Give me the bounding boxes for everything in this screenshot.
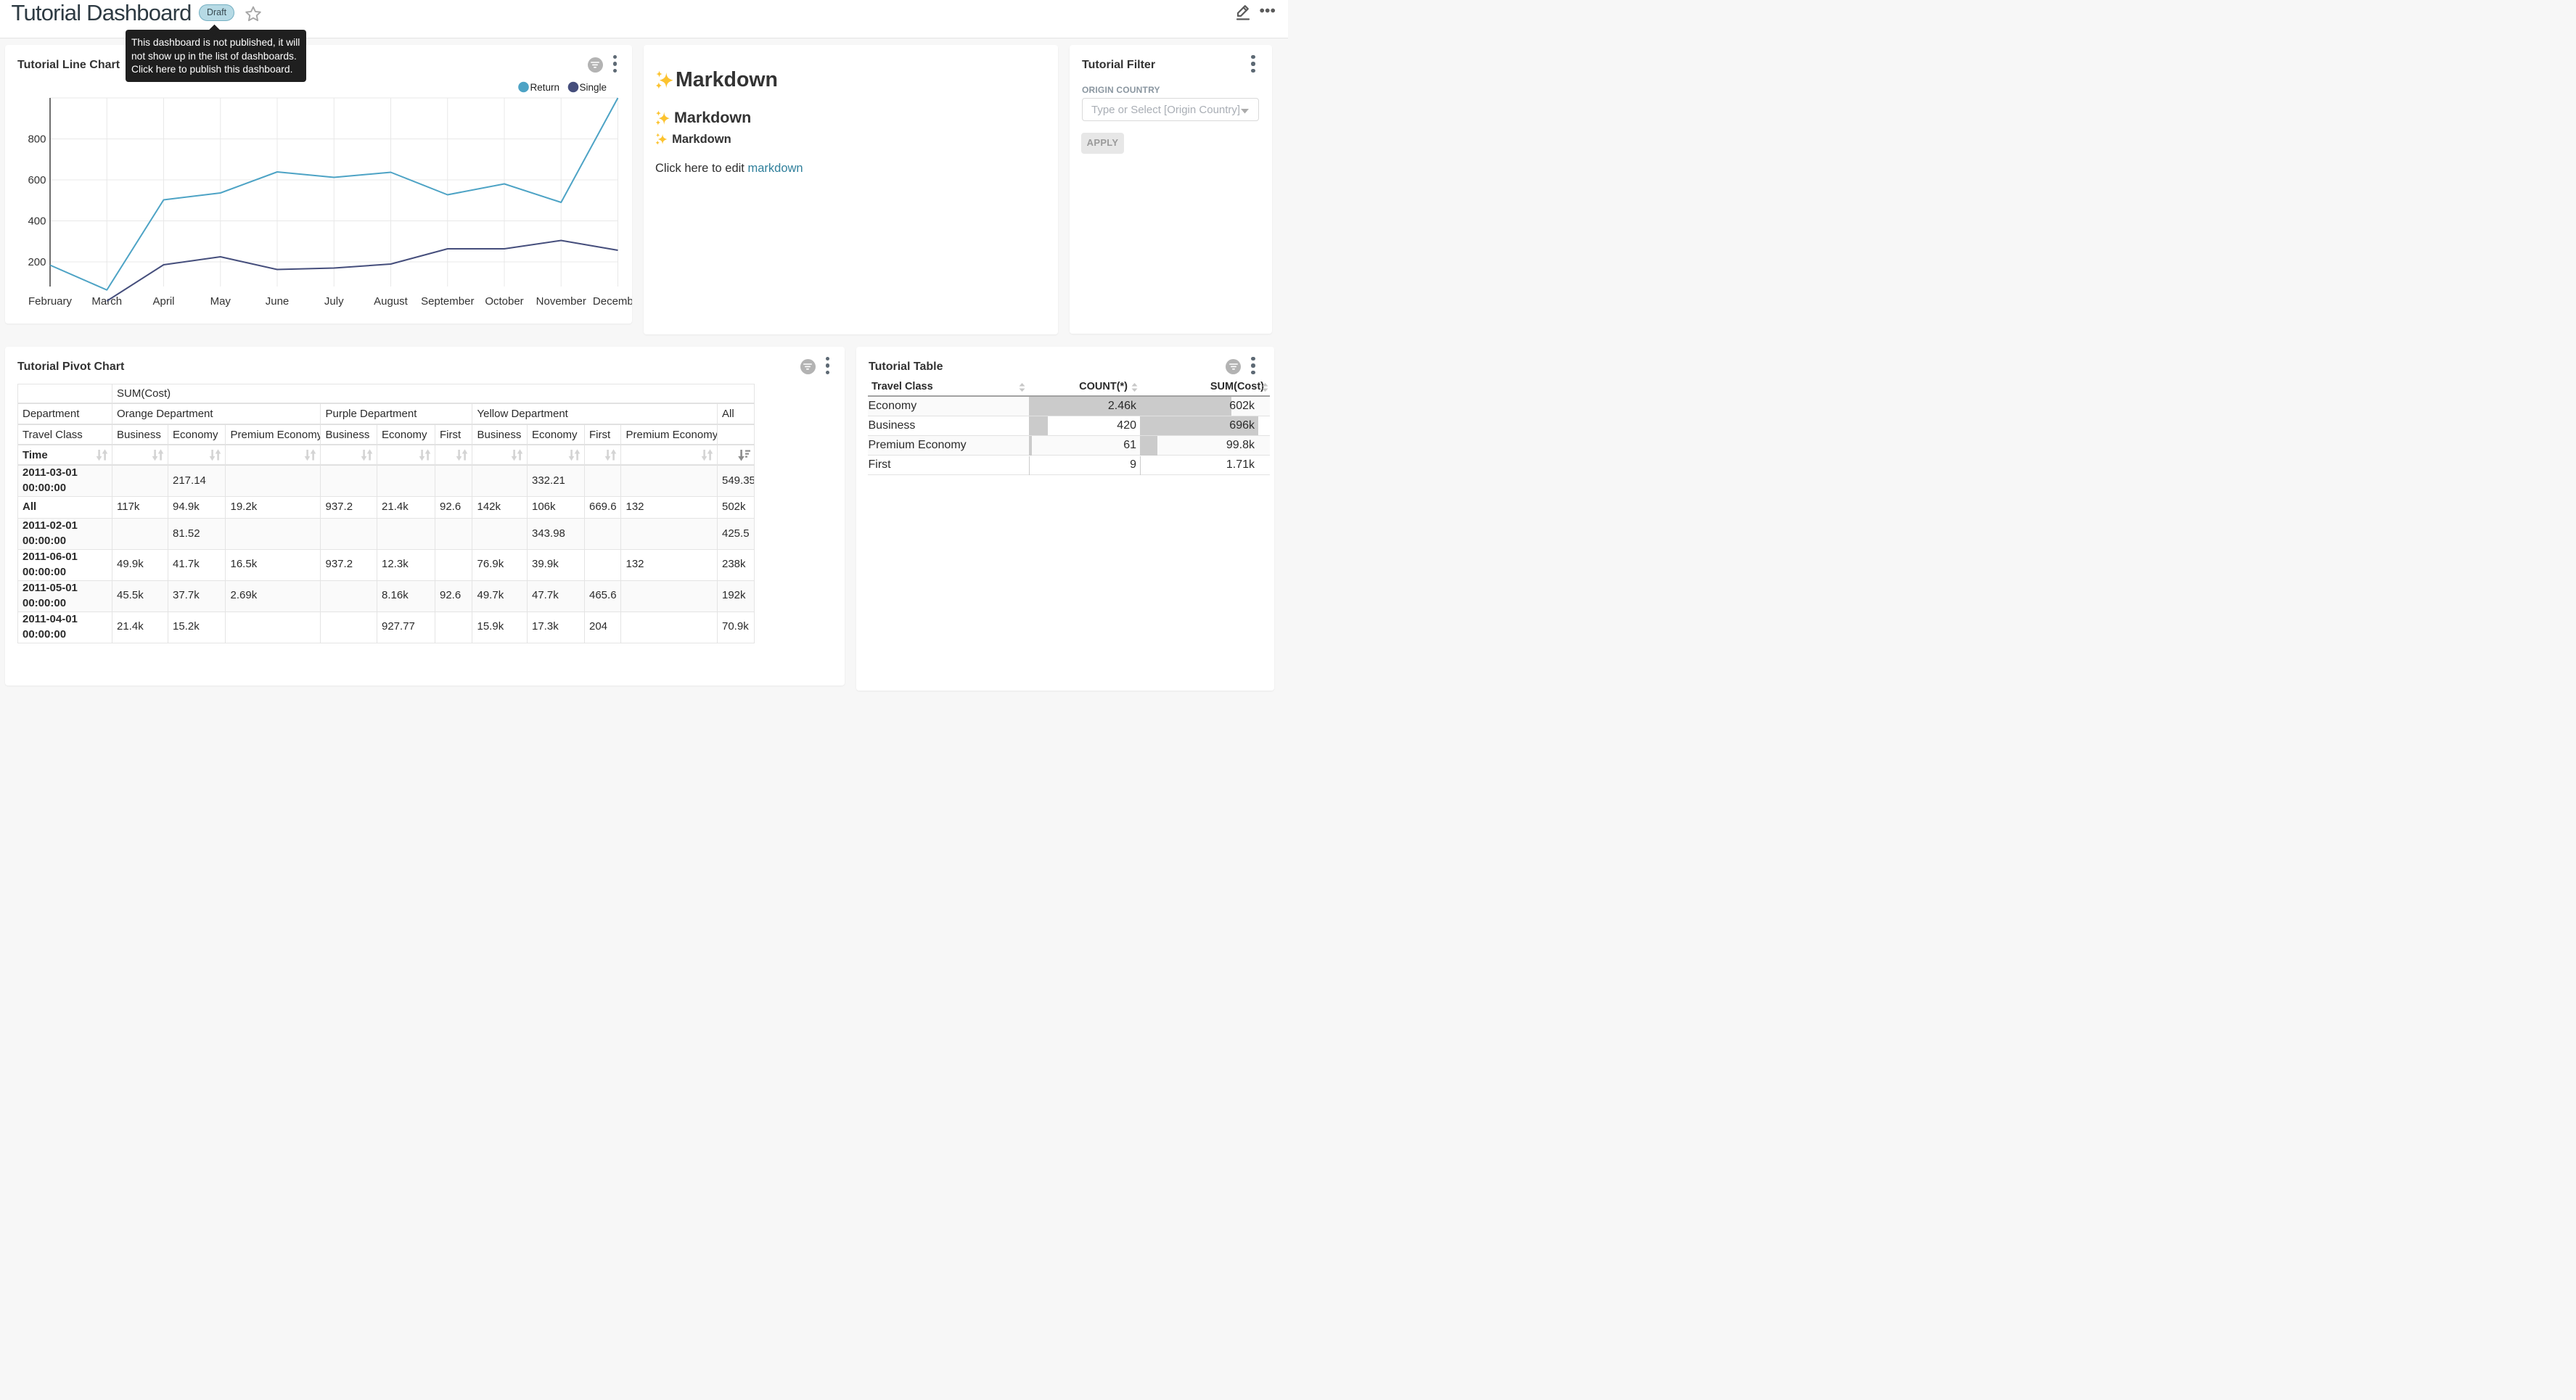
svg-text:November: November xyxy=(536,295,586,308)
svg-text:June: June xyxy=(266,295,290,308)
svg-text:September: September xyxy=(421,295,474,308)
svg-text:February: February xyxy=(28,295,73,308)
svg-text:August: August xyxy=(374,295,409,308)
svg-text:600: 600 xyxy=(28,174,46,186)
svg-text:400: 400 xyxy=(28,215,46,228)
svg-text:March: March xyxy=(91,295,122,308)
svg-text:200: 200 xyxy=(28,256,46,268)
svg-text:July: July xyxy=(324,295,344,308)
svg-text:December: December xyxy=(593,295,632,308)
svg-text:May: May xyxy=(210,295,231,308)
svg-text:800: 800 xyxy=(28,133,46,146)
svg-text:Single: Single xyxy=(580,82,607,93)
svg-text:October: October xyxy=(485,295,523,308)
svg-text:April: April xyxy=(152,295,174,308)
svg-text:Return: Return xyxy=(530,82,560,93)
